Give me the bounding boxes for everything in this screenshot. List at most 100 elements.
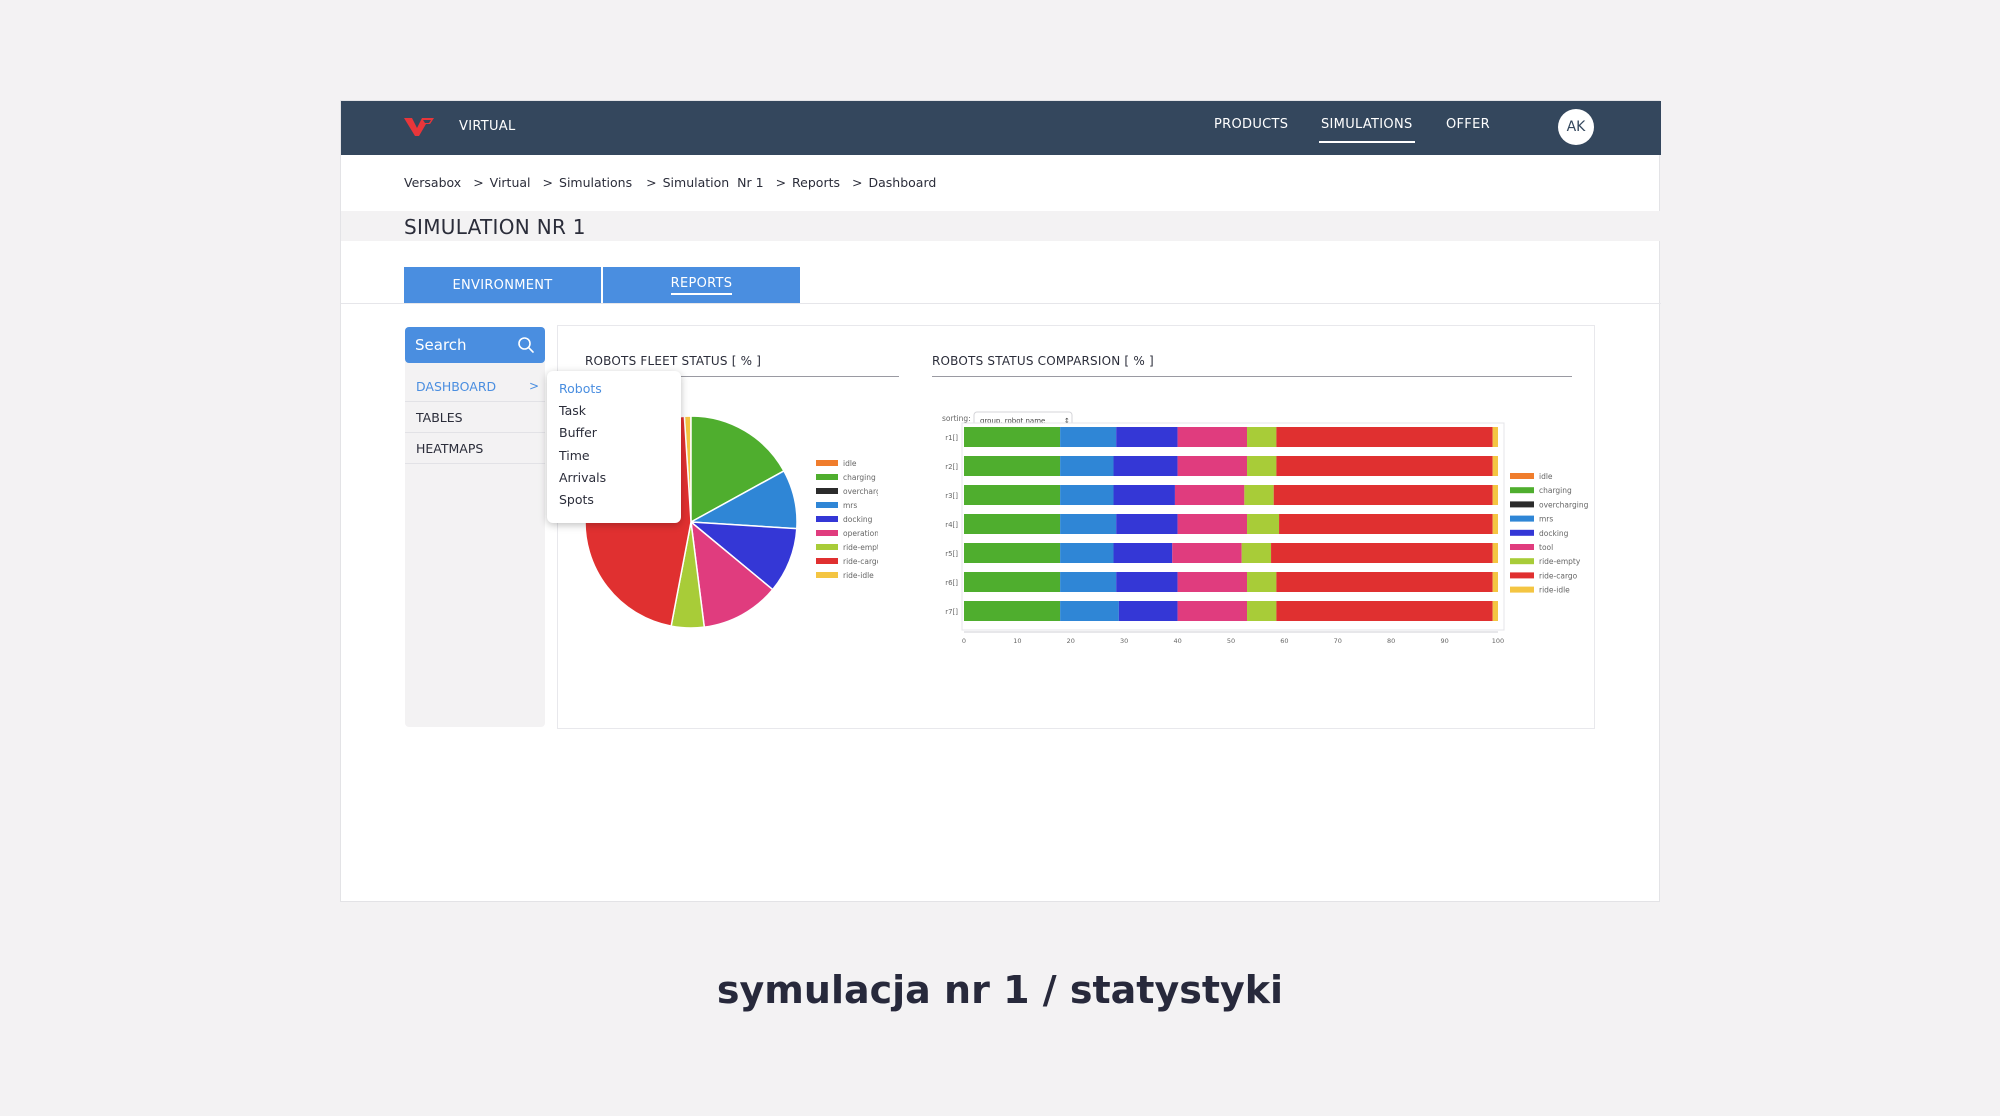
bar-segment-ride-empty[interactable] <box>1247 427 1277 447</box>
legend-label: ride-empty <box>843 543 878 552</box>
bar-segment-mrs[interactable] <box>1060 485 1114 505</box>
bar-segment-mrs[interactable] <box>1060 514 1117 534</box>
bar-segment-ride-idle[interactable] <box>1492 485 1498 505</box>
breadcrumb: Versabox > Virtual > Simulations > Simul… <box>404 175 936 190</box>
bar-segment-ride-idle[interactable] <box>1492 427 1498 447</box>
bar-segment-tool[interactable] <box>1174 485 1245 505</box>
bar-segment-tool[interactable] <box>1177 601 1248 621</box>
page-title: SIMULATION NR 1 <box>404 215 586 239</box>
sidebar-item-heatmaps[interactable]: HEATMAPS <box>405 434 545 464</box>
legend-label: ride-idle <box>843 571 874 580</box>
pie-chart-title: ROBOTS FLEET STATUS [ % ] <box>585 354 762 368</box>
breadcrumb-item[interactable]: Reports <box>792 175 840 190</box>
bar-segment-ride-idle[interactable] <box>1492 514 1498 534</box>
sidebar-item-tables[interactable]: TABLES <box>405 403 545 433</box>
bar-segment-docking[interactable] <box>1113 456 1178 476</box>
bar-segment-ride-idle[interactable] <box>1492 601 1498 621</box>
bar-segment-ride-cargo[interactable] <box>1276 572 1493 592</box>
y-tick-label: r5[] <box>945 550 958 558</box>
bar-segment-ride-idle[interactable] <box>1492 543 1498 563</box>
bar-segment-ride-idle[interactable] <box>1492 456 1498 476</box>
versabox-logo-icon[interactable] <box>403 116 435 138</box>
tab-label: ENVIRONMENT <box>452 277 553 293</box>
legend-swatch <box>816 474 838 480</box>
app-brand: VIRTUAL <box>459 119 516 134</box>
bar-segment-charging[interactable] <box>964 514 1061 534</box>
nav-products[interactable]: PRODUCTS <box>1214 117 1288 132</box>
tab-environment[interactable]: ENVIRONMENT <box>404 267 601 303</box>
bar-segment-docking[interactable] <box>1113 543 1173 563</box>
bar-segment-ride-cargo[interactable] <box>1271 543 1493 563</box>
bar-segment-ride-cargo[interactable] <box>1276 427 1493 447</box>
sidebar-item-dashboard[interactable]: DASHBOARD > <box>405 372 545 402</box>
x-tick-label: 30 <box>1120 637 1128 644</box>
bar-segment-ride-cargo[interactable] <box>1276 601 1493 621</box>
breadcrumb-item[interactable]: Simulations <box>559 175 632 190</box>
legend-label: docking <box>843 515 873 524</box>
bar-segment-tool[interactable] <box>1177 572 1248 592</box>
breadcrumb-item[interactable]: Simulation Nr 1 <box>663 175 764 190</box>
bar-segment-charging[interactable] <box>964 427 1061 447</box>
search-button[interactable]: Search <box>405 327 545 363</box>
bar-segment-ride-cargo[interactable] <box>1276 456 1493 476</box>
bar-segment-docking[interactable] <box>1116 427 1178 447</box>
bar-segment-charging[interactable] <box>964 456 1061 476</box>
bar-segment-ride-empty[interactable] <box>1247 601 1277 621</box>
bar-segment-docking[interactable] <box>1118 601 1178 621</box>
bar-segment-mrs[interactable] <box>1060 456 1114 476</box>
bar-segment-mrs[interactable] <box>1060 601 1119 621</box>
breadcrumb-separator-icon: > <box>852 175 863 190</box>
legend-label: docking <box>1539 529 1569 538</box>
bar-segment-charging[interactable] <box>964 572 1061 592</box>
legend-swatch <box>1510 515 1534 522</box>
legend-label: ride-idle <box>1539 586 1570 595</box>
bar-segment-ride-cargo[interactable] <box>1279 514 1493 534</box>
legend-swatch <box>1510 529 1534 536</box>
bar-segment-docking[interactable] <box>1116 514 1178 534</box>
title-band: SIMULATION NR 1 <box>341 211 1661 241</box>
user-avatar[interactable]: AK <box>1558 109 1594 145</box>
bar-segment-ride-empty[interactable] <box>1244 485 1274 505</box>
sorting-label: sorting: <box>942 414 971 423</box>
menu-item-task[interactable]: Task <box>559 403 586 418</box>
menu-item-spots[interactable]: Spots <box>559 492 594 507</box>
bar-segment-mrs[interactable] <box>1060 543 1114 563</box>
bar-segment-ride-empty[interactable] <box>1247 456 1277 476</box>
bar-segment-charging[interactable] <box>964 601 1061 621</box>
breadcrumb-item[interactable]: Versabox <box>404 175 461 190</box>
legend-swatch <box>816 488 838 494</box>
bar-segment-tool[interactable] <box>1177 514 1248 534</box>
menu-item-arrivals[interactable]: Arrivals <box>559 470 606 485</box>
bar-segment-tool[interactable] <box>1177 456 1248 476</box>
legend-swatch <box>1510 487 1534 494</box>
bar-segment-tool[interactable] <box>1177 427 1248 447</box>
bar-segment-docking[interactable] <box>1116 572 1178 592</box>
bar-segment-charging[interactable] <box>964 485 1061 505</box>
bar-segment-ride-empty[interactable] <box>1247 572 1277 592</box>
bar-segment-ride-empty[interactable] <box>1241 543 1272 563</box>
menu-item-time[interactable]: Time <box>559 448 590 463</box>
menu-item-buffer[interactable]: Buffer <box>559 425 597 440</box>
bar-segment-tool[interactable] <box>1172 543 1242 563</box>
legend-swatch <box>1510 586 1534 593</box>
y-tick-label: r3[] <box>945 492 958 500</box>
nav-simulations[interactable]: SIMULATIONS <box>1319 117 1415 143</box>
legend-swatch <box>816 530 838 536</box>
bar-segment-ride-cargo[interactable] <box>1273 485 1493 505</box>
bar-segment-charging[interactable] <box>964 543 1061 563</box>
legend-swatch <box>816 572 838 578</box>
breadcrumb-separator-icon: > <box>473 175 484 190</box>
legend-label: ride-empty <box>1539 557 1581 566</box>
dashboard-panel: ROBOTS FLEET STATUS [ % ] ROBOTS STATUS … <box>557 325 1595 729</box>
y-tick-label: r6[] <box>945 579 958 587</box>
bar-segment-mrs[interactable] <box>1060 572 1117 592</box>
menu-item-robots[interactable]: Robots <box>559 381 602 396</box>
search-label: Search <box>415 336 467 354</box>
nav-offer[interactable]: OFFER <box>1446 117 1490 132</box>
bar-segment-docking[interactable] <box>1113 485 1175 505</box>
bar-segment-ride-idle[interactable] <box>1492 572 1498 592</box>
tab-reports[interactable]: REPORTS <box>603 267 800 303</box>
bar-segment-ride-empty[interactable] <box>1247 514 1280 534</box>
bar-segment-mrs[interactable] <box>1060 427 1117 447</box>
breadcrumb-item[interactable]: Virtual <box>490 175 531 190</box>
